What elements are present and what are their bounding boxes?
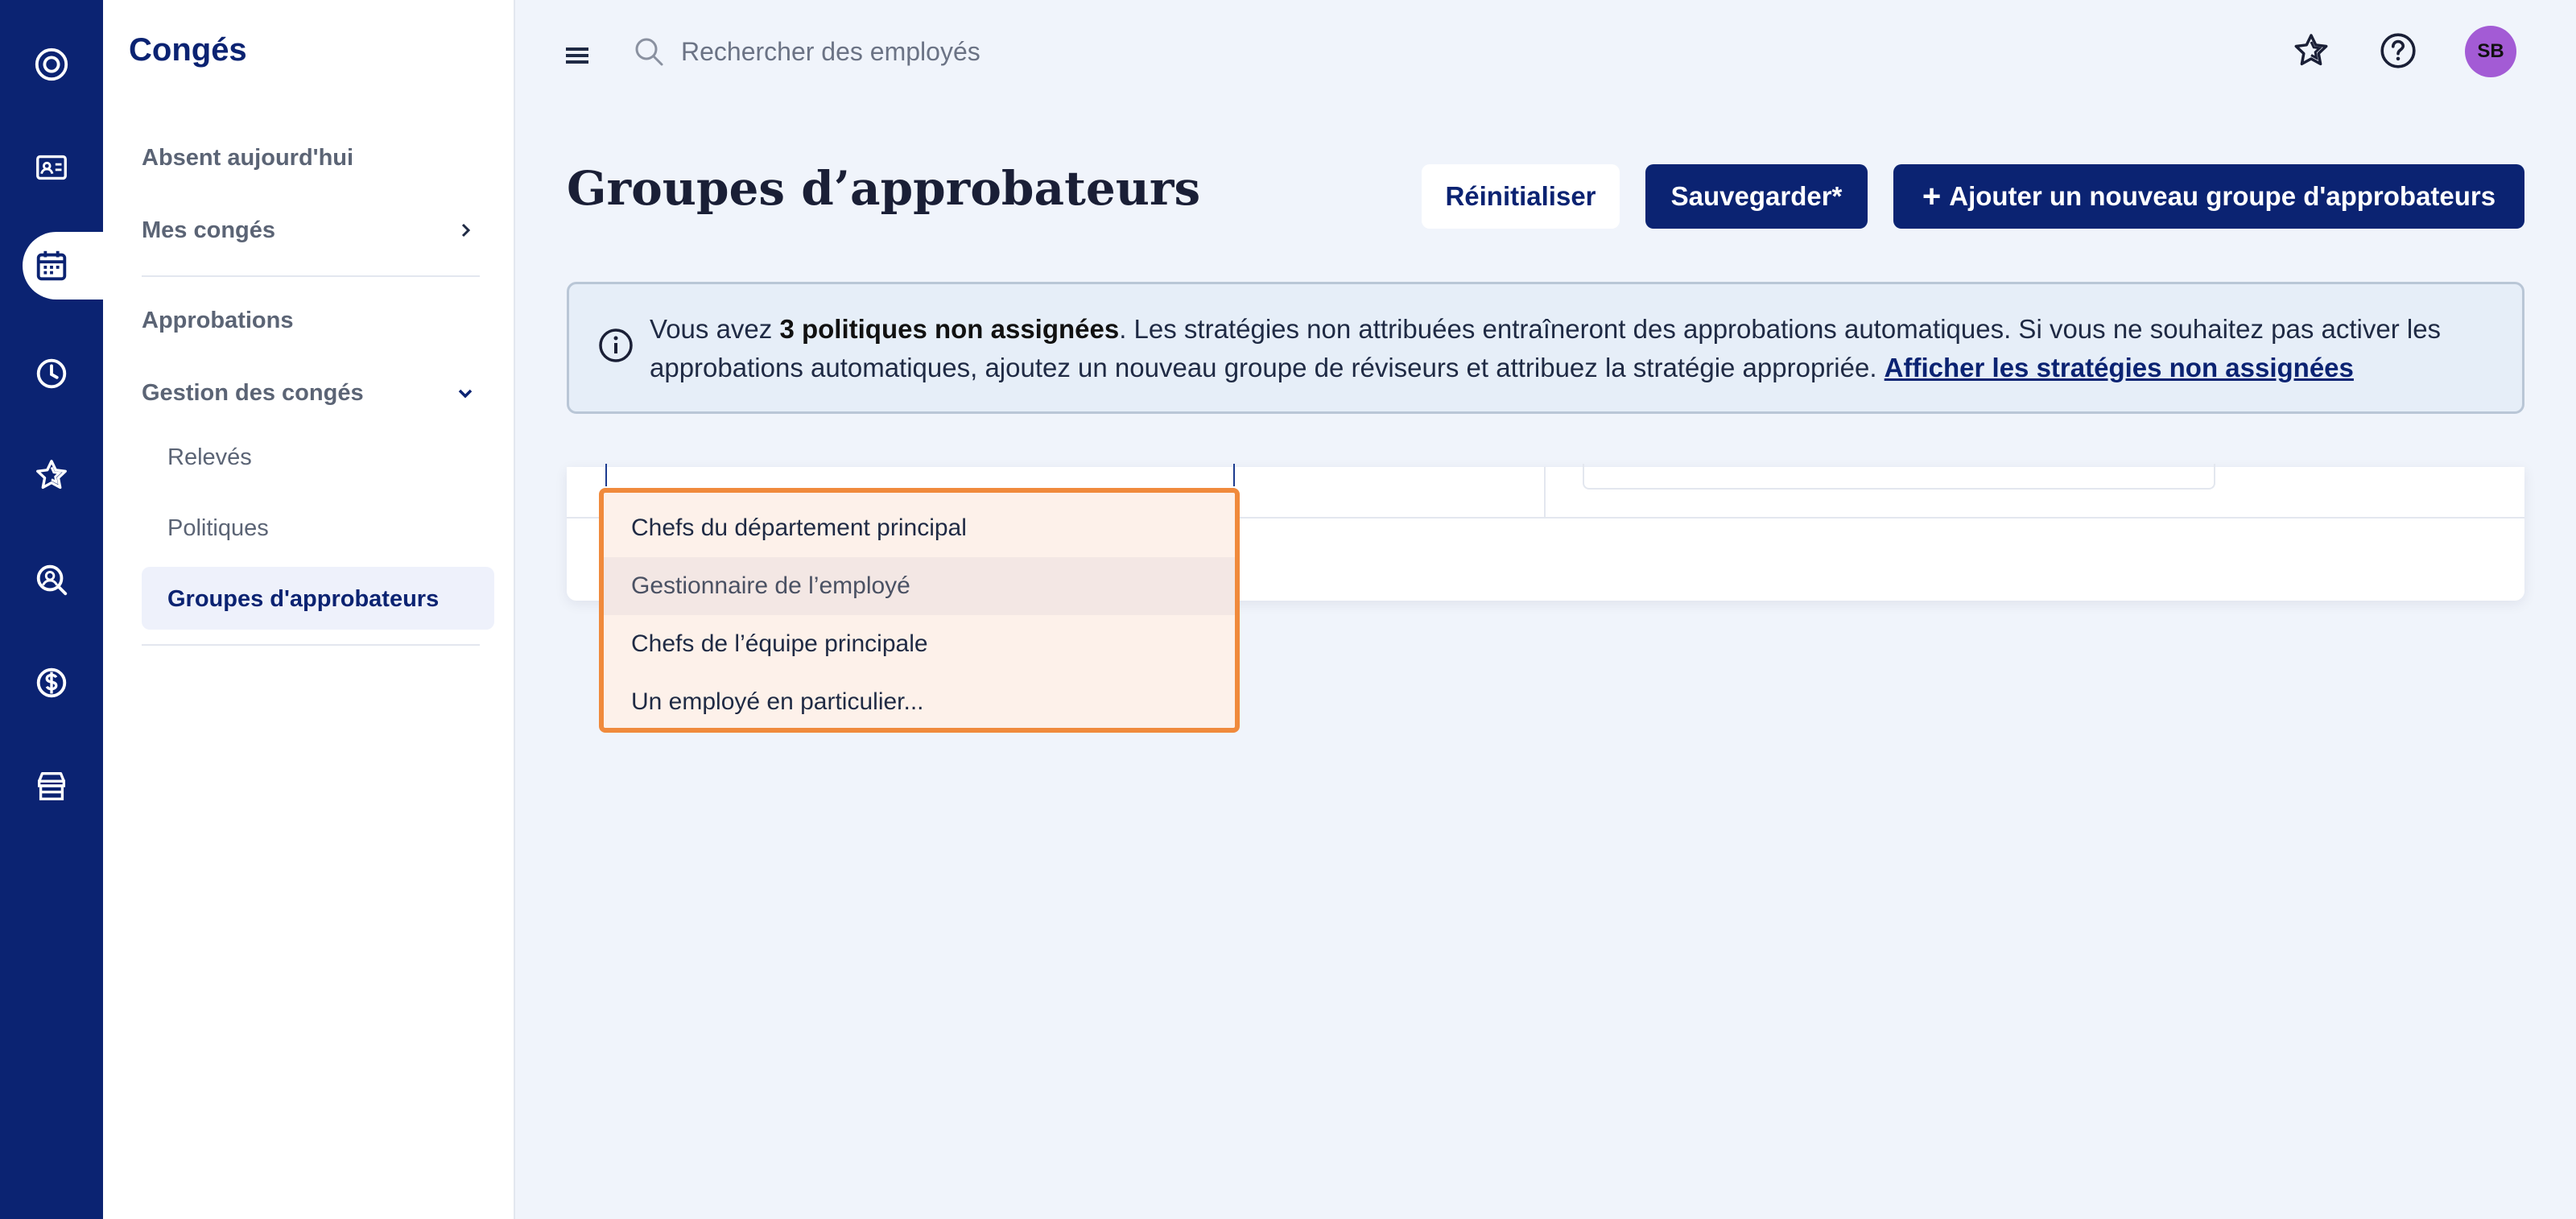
search-input[interactable] — [681, 32, 1325, 71]
sidebar-divider — [142, 644, 480, 646]
add-approver-group-label: Ajouter un nouveau groupe d'approbateurs — [1949, 181, 2496, 211]
policy-select[interactable] — [1583, 464, 2215, 490]
sidebar-divider — [142, 275, 480, 277]
help-icon[interactable] — [2376, 29, 2420, 72]
sidebar-title: Congés — [129, 32, 247, 68]
sidebar: Congés Absent aujourd'hui Mes congés App… — [103, 0, 515, 1219]
dropdown-option[interactable]: Chefs de l’équipe principale — [604, 615, 1235, 673]
dollar-icon[interactable] — [27, 659, 76, 707]
menu-icon[interactable] — [564, 42, 591, 69]
favorites-star-icon[interactable] — [2289, 29, 2333, 72]
plus-icon: + — [1922, 178, 1942, 214]
sidebar-item-policies[interactable]: Politiques — [167, 515, 269, 542]
logo-icon[interactable] — [27, 40, 76, 89]
info-icon — [599, 329, 633, 362]
sidebar-item-leave-management[interactable]: Gestion des congés — [142, 380, 364, 407]
clock-icon[interactable] — [27, 349, 76, 398]
info-banner: Vous avez 3 politiques non assignées. Le… — [567, 282, 2524, 414]
info-banner-text: Vous avez 3 politiques non assignées. Le… — [650, 310, 2501, 387]
sidebar-item-my-leave[interactable]: Mes congés — [142, 217, 480, 244]
banner-highlight: 3 politiques non assignées — [779, 314, 1120, 344]
sidebar-item-approvals[interactable]: Approbations — [142, 308, 294, 334]
id-card-icon[interactable] — [27, 143, 76, 192]
add-approver-group-button[interactable]: + Ajouter un nouveau groupe d'approbateu… — [1893, 164, 2524, 229]
calendar-icon[interactable] — [27, 242, 76, 290]
star-icon[interactable] — [27, 451, 76, 499]
sidebar-item-statements[interactable]: Relevés — [167, 444, 252, 471]
reset-button[interactable]: Réinitialiser — [1422, 164, 1620, 229]
app-rail — [0, 0, 111, 1219]
dropdown-option[interactable]: Un employé en particulier... — [604, 673, 1235, 731]
chevron-down-icon[interactable] — [456, 383, 475, 403]
page-title: Groupes d’approbateurs — [567, 161, 1201, 216]
dropdown-option[interactable]: Chefs du département principal — [604, 499, 1235, 557]
store-icon[interactable] — [27, 762, 76, 810]
user-search-icon[interactable] — [27, 556, 76, 604]
show-unassigned-policies-link[interactable]: Afficher les stratégies non assignées — [1885, 353, 2354, 382]
save-button[interactable]: Sauvegarder* — [1645, 164, 1868, 229]
dropdown-option[interactable]: Gestionnaire de l’employé — [604, 557, 1235, 615]
approver-type-select[interactable] — [605, 464, 1235, 486]
chevron-right-icon[interactable] — [456, 221, 475, 240]
sidebar-item-label: Mes congés — [142, 217, 275, 243]
avatar[interactable]: SB — [2465, 26, 2516, 77]
card-column-divider — [1544, 467, 1546, 517]
sidebar-item-approver-groups[interactable]: Groupes d'approbateurs — [167, 586, 439, 613]
search-icon — [635, 38, 663, 66]
sidebar-item-absent-today[interactable]: Absent aujourd'hui — [142, 145, 353, 171]
banner-prefix: Vous avez — [650, 314, 780, 344]
approver-type-dropdown: Chefs du département principal Gestionna… — [599, 488, 1240, 733]
